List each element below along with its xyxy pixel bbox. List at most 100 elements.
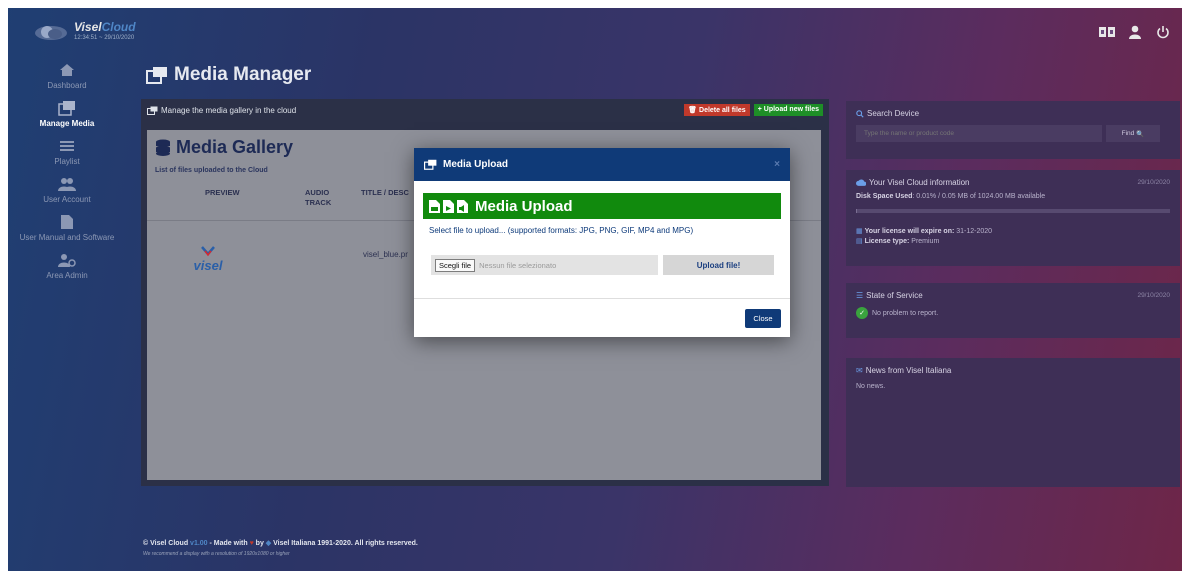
database-icon <box>156 139 170 156</box>
disk-space-fill <box>856 209 857 213</box>
license-expire-value: 31-12-2020 <box>956 228 993 235</box>
state-header: ☰ State of Service 29/10/2020 <box>846 283 1180 300</box>
cloud-info-header: Your Visel Cloud information 29/10/2020 <box>846 170 1180 187</box>
power-icon[interactable] <box>1155 24 1171 40</box>
cloud-info-title: Your Visel Cloud information <box>869 178 970 187</box>
modal-close-x-button[interactable]: × <box>774 159 780 170</box>
media-actions: 🗑 Delete all files + Upload new files <box>684 104 823 116</box>
footer-part4: Visel Italiana 1991-2020. All rights res… <box>271 540 418 547</box>
state-message: No problem to report. <box>872 309 939 317</box>
close-button[interactable]: Close <box>745 309 781 328</box>
admin-icon <box>56 250 78 270</box>
column-preview: PREVIEW <box>205 188 240 197</box>
license-type-line: ▤ License type: Premium <box>846 237 1180 245</box>
choose-file-button[interactable]: Scegli file <box>435 258 476 272</box>
sidebar-item-user-account[interactable]: User Account <box>8 174 126 204</box>
upload-new-label: Upload new files <box>763 106 819 113</box>
file-picker[interactable]: Scegli file Nessun file selezionato <box>431 255 658 275</box>
video-file-icon <box>443 199 454 213</box>
users-icon <box>56 174 78 194</box>
language-flag-icon[interactable] <box>1099 24 1115 40</box>
media-icon <box>146 67 167 84</box>
license-type-label: License type: <box>864 238 910 245</box>
sidebar: Dashboard Manage Media Playlist User Acc… <box>8 60 126 288</box>
page-title-text: Media Manager <box>174 64 312 85</box>
sidebar-item-label: User Manual and Software <box>19 233 115 242</box>
modal-banner: Media Upload <box>423 193 781 219</box>
brand-part-1: Visel <box>74 20 102 34</box>
license-expire-line: ▦ Your license will expire on: 31-12-202… <box>846 227 1180 235</box>
calendar-icon: ▦ <box>856 228 863 235</box>
search-device-panel: Search Device Find🔍 <box>846 101 1180 159</box>
brand-part-2: Cloud <box>101 20 136 34</box>
delete-all-label: Delete all files <box>699 107 746 114</box>
find-button[interactable]: Find 🔍 <box>1106 125 1160 142</box>
news-header: ✉ News from Visel Italiana <box>846 358 1180 375</box>
disk-space-line: Disk Space Used: 0.01% / 0.05 MB of 1024… <box>846 193 1180 200</box>
news-body: No news. <box>856 383 886 390</box>
license-type-value: Premium <box>911 238 940 245</box>
delete-all-button[interactable]: 🗑 Delete all files <box>684 104 750 116</box>
audio-file-icon <box>457 199 468 213</box>
upload-file-button[interactable]: Upload file! <box>663 255 774 275</box>
svg-text:visel: visel <box>194 258 223 273</box>
media-icon <box>147 106 158 115</box>
search-icon: 🔍 <box>1136 130 1145 138</box>
column-title: TITLE / DESC <box>361 188 409 197</box>
news-title: News from Visel Italiana <box>865 366 952 375</box>
disk-space-label: Disk Space Used <box>856 193 913 200</box>
search-device-header: Search Device <box>846 101 1180 118</box>
modal-title: Media Upload <box>443 159 509 170</box>
footer-part3: by <box>253 540 266 547</box>
modal-header: Media Upload × <box>414 148 790 181</box>
column-audio-track: AUDIO TRACK <box>305 188 332 207</box>
disk-space-value: : 0.01% / 0.05 MB of 1024.00 MB availabl… <box>912 193 1046 200</box>
search-device-input[interactable] <box>856 125 1102 142</box>
page-title: Media Manager <box>146 64 311 86</box>
media-icon <box>56 98 78 118</box>
home-icon <box>56 60 78 80</box>
sidebar-item-playlist[interactable]: Playlist <box>8 136 126 166</box>
sidebar-item-area-admin[interactable]: Area Admin <box>8 250 126 280</box>
row-filename: visel_blue.pr <box>363 250 408 259</box>
sidebar-item-dashboard[interactable]: Dashboard <box>8 60 126 90</box>
thumbs-up-icon: ✓ <box>856 307 868 319</box>
sidebar-item-user-manual[interactable]: User Manual and Software <box>8 212 126 242</box>
sidebar-item-manage-media[interactable]: Manage Media <box>8 98 126 128</box>
frame-top <box>0 0 1185 8</box>
state-of-service-panel: ☰ State of Service 29/10/2020 ✓ No probl… <box>846 283 1180 338</box>
sidebar-item-label: Area Admin <box>46 271 88 280</box>
license-expire-label: Your license will expire on: <box>864 228 955 235</box>
media-upload-modal: Media Upload × Media Upload Select file … <box>414 148 790 337</box>
upload-new-button[interactable]: + Upload new files <box>753 104 823 116</box>
cloud-info-panel: Your Visel Cloud information 29/10/2020 … <box>846 170 1180 266</box>
brand-name[interactable]: ViselCloud <box>74 20 136 34</box>
media-icon <box>424 159 437 170</box>
footer-version[interactable]: v1.00 <box>190 540 208 547</box>
gallery-title: Media Gallery <box>155 137 293 158</box>
state-date: 29/10/2020 <box>1137 292 1170 299</box>
footer-recommendation: We recommend a display with a resolution… <box>143 551 290 557</box>
no-file-label: Nessun file selezionato <box>479 260 557 270</box>
user-icon[interactable] <box>1127 24 1143 40</box>
list-icon: ☰ <box>856 291 864 300</box>
state-title: State of Service <box>866 291 923 300</box>
sidebar-item-label: Dashboard <box>47 81 87 90</box>
image-file-icon <box>429 199 440 213</box>
modal-divider <box>414 298 790 299</box>
visel-logo-preview[interactable]: visel <box>189 245 227 275</box>
state-status: ✓ No problem to report. <box>846 307 1180 319</box>
disk-space-bar <box>856 209 1170 213</box>
gallery-title-text: Media Gallery <box>176 137 294 157</box>
footer-part1: © Visel Cloud <box>143 540 191 547</box>
header-icons <box>1099 24 1171 40</box>
search-row: Find🔍 <box>856 125 1160 142</box>
find-label: Find <box>1121 130 1135 137</box>
search-device-title: Search Device <box>867 109 920 118</box>
clock: 12:34:51 ~ 29/10/2020 <box>74 35 135 41</box>
sidebar-item-label: Manage Media <box>39 119 95 128</box>
playlist-icon <box>56 136 78 156</box>
media-panel-header: Manage the media gallery in the cloud 🗑 … <box>141 99 829 121</box>
footer: © Visel Cloud v1.00 - Made with ♥ by ◆ V… <box>143 539 418 547</box>
document-icon <box>56 212 78 232</box>
